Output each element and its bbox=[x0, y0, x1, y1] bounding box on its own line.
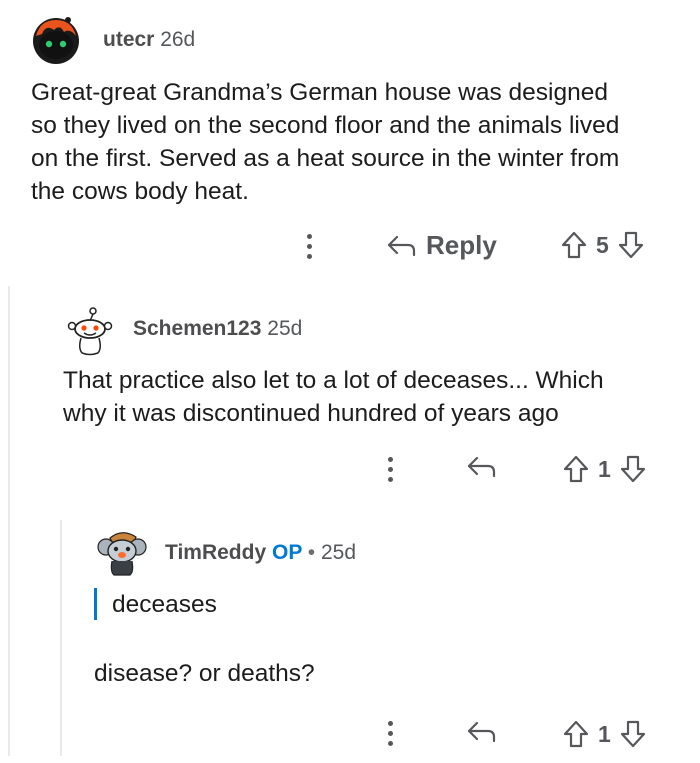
more-options-icon[interactable] bbox=[305, 234, 313, 264]
upvote-icon[interactable] bbox=[562, 454, 590, 484]
reply-button[interactable] bbox=[466, 719, 496, 745]
vote-count: 1 bbox=[598, 720, 611, 747]
comment-body-line: That practice also let to a lot of decea… bbox=[63, 367, 604, 394]
reply-icon bbox=[467, 456, 496, 478]
blockquote-bar bbox=[94, 588, 97, 620]
op-badge: OP bbox=[271, 541, 302, 564]
blockquote-text: deceases bbox=[112, 591, 217, 618]
comment-body-line: the cows body heat. bbox=[31, 178, 249, 205]
reply-icon bbox=[467, 721, 496, 743]
username-text[interactable]: TimReddy bbox=[165, 541, 266, 564]
comment-username[interactable]: utecr 26d bbox=[103, 28, 195, 52]
comment-body: Great-great Grandma’s German house was d… bbox=[31, 76, 619, 208]
comment-body-line: on the first. Served as a heat source in… bbox=[31, 145, 620, 172]
comment-body-line: so they lived on the second floor and th… bbox=[31, 112, 620, 139]
vote-count: 1 bbox=[598, 455, 611, 482]
user-avatar-icon[interactable] bbox=[30, 14, 82, 66]
downvote-icon[interactable] bbox=[619, 454, 647, 484]
thread-line-level-1[interactable] bbox=[8, 286, 10, 756]
downvote-icon[interactable] bbox=[619, 719, 647, 749]
comment-age: 25d bbox=[321, 541, 357, 564]
downvote-icon[interactable] bbox=[617, 230, 645, 260]
user-avatar-icon[interactable] bbox=[96, 525, 148, 577]
reply-icon bbox=[387, 235, 416, 256]
reply-label: Reply bbox=[426, 230, 497, 260]
vote-count: 5 bbox=[596, 231, 609, 258]
comment-username[interactable]: Schemen123 25d bbox=[133, 317, 302, 341]
reply-button[interactable]: Reply bbox=[386, 230, 497, 261]
comment-body: disease? or deaths? bbox=[94, 660, 315, 687]
comment-age: 25d bbox=[267, 317, 303, 340]
more-options-icon[interactable] bbox=[386, 721, 394, 751]
username-text[interactable]: Schemen123 bbox=[133, 317, 261, 340]
vote-controls: 1 bbox=[562, 719, 647, 749]
more-options-icon[interactable] bbox=[386, 457, 394, 487]
thread-line-level-2[interactable] bbox=[60, 520, 62, 756]
meta-separator: • bbox=[307, 541, 316, 564]
comment-body-line: Great-great Grandma’s German house was d… bbox=[31, 79, 608, 106]
comment-body-line: why it was discontinued hundred of years… bbox=[63, 400, 559, 427]
username-text[interactable]: utecr bbox=[103, 28, 154, 51]
comment-username[interactable]: TimReddy OP • 25d bbox=[165, 541, 356, 565]
upvote-icon[interactable] bbox=[562, 719, 590, 749]
user-avatar-icon[interactable] bbox=[64, 304, 116, 356]
comment-age: 26d bbox=[160, 28, 196, 51]
reply-button[interactable] bbox=[466, 454, 496, 480]
vote-controls: 1 bbox=[562, 454, 647, 484]
vote-controls: 5 bbox=[560, 230, 645, 260]
comment-body: That practice also let to a lot of decea… bbox=[63, 364, 604, 430]
upvote-icon[interactable] bbox=[560, 230, 588, 260]
